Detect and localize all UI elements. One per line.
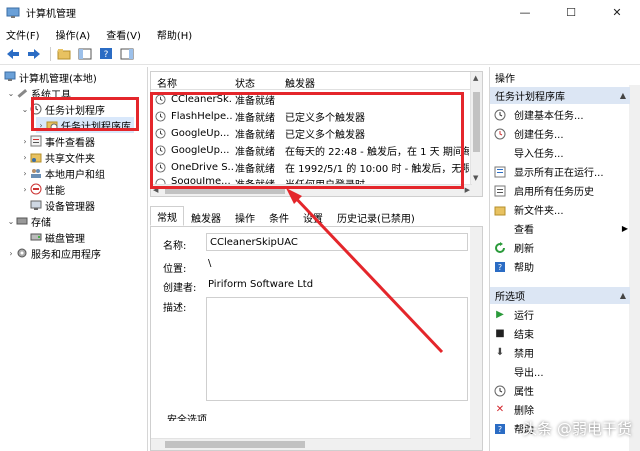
annotation-arrow <box>286 188 444 354</box>
watermark: 头条 @弱电干货 <box>522 420 632 438</box>
